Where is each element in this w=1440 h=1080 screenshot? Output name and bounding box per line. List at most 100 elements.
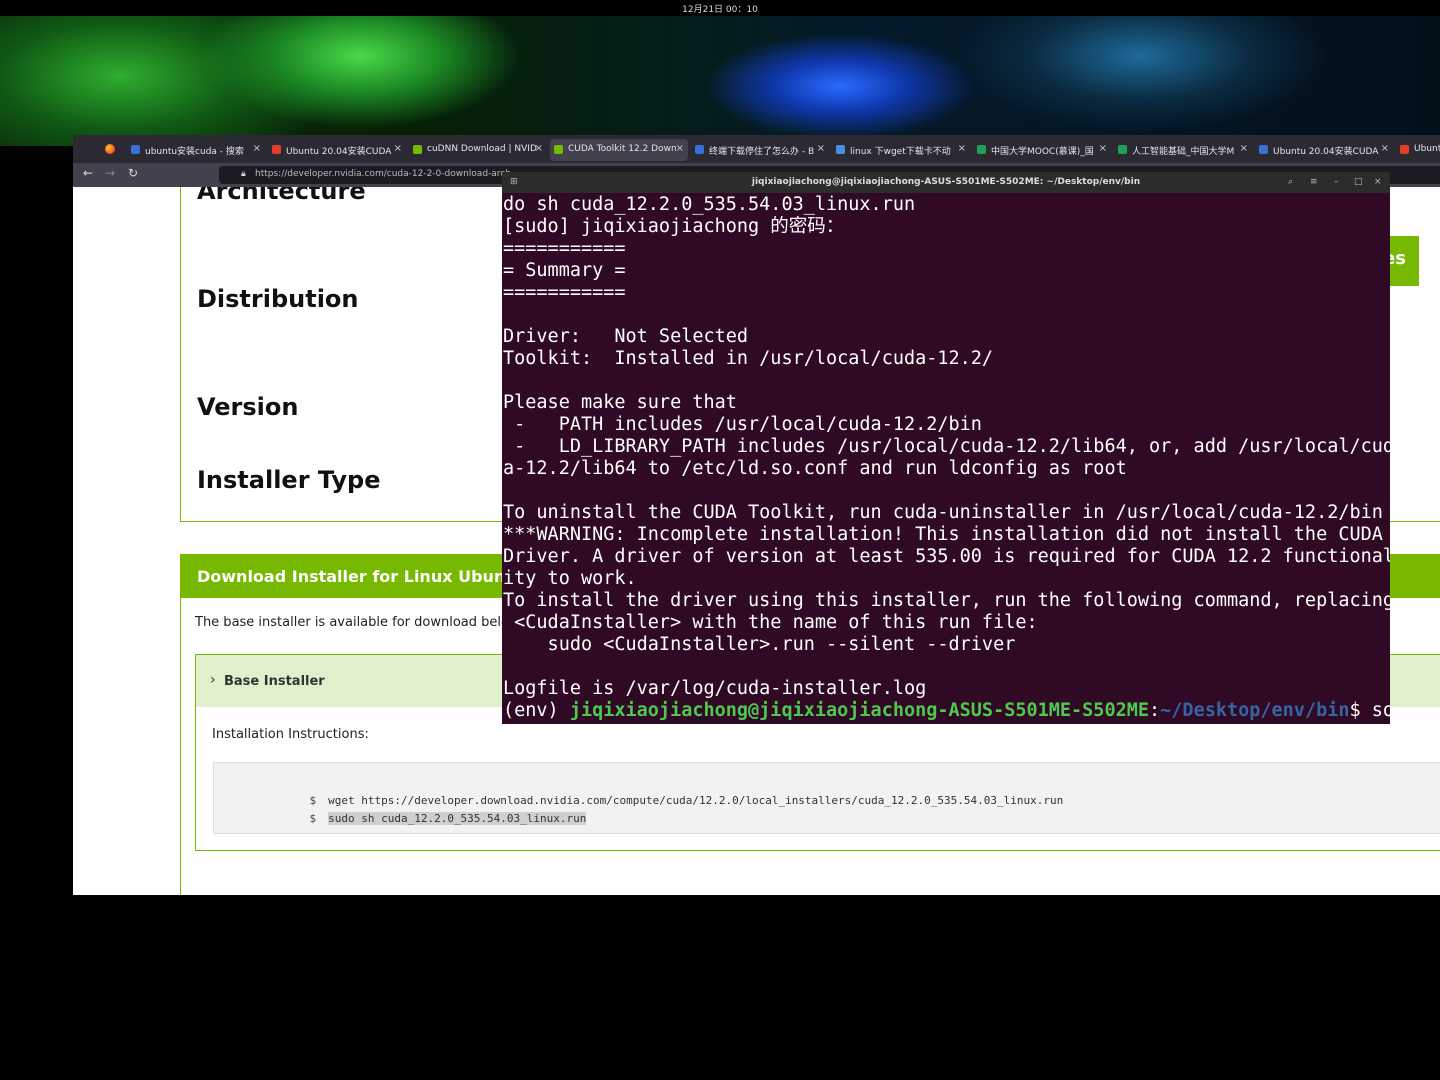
reload-button[interactable]: ↻ — [128, 166, 138, 180]
tab-label: cuDNN Download | NVID — [427, 144, 537, 154]
tab-close-icon[interactable]: × — [253, 143, 261, 154]
terminal-line: Please make sure that — [503, 392, 737, 413]
favicon-icon — [977, 145, 986, 154]
terminal-line: Driver: Not Selected — [503, 326, 749, 347]
tab-close-icon[interactable]: × — [394, 143, 402, 154]
terminal-line: <CudaInstaller> with the name of this ru… — [503, 612, 1038, 633]
sudo-command-selected[interactable]: sudo sh cuda_12.2.0_535.54.03_linux.run — [328, 812, 587, 825]
favicon-icon — [554, 145, 563, 154]
lock-icon: 🔒︎ — [241, 169, 246, 179]
clock[interactable]: 12月21日 00：10 — [0, 2, 1440, 15]
terminal-line: ity to work. — [503, 568, 637, 589]
terminal-line: do sh cuda_12.2.0_535.54.03_linux.run — [503, 194, 916, 215]
terminal-line: Toolkit: Installed in /usr/local/cuda-12… — [503, 348, 994, 369]
prompt-dollar: $ — [1349, 700, 1372, 721]
terminal-line: a-12.2/lib64 to /etc/ld.so.conf and run … — [503, 458, 1127, 479]
browser-tab[interactable]: ubuntu安装cuda - 搜索 × — [127, 139, 265, 161]
favicon-icon — [1118, 145, 1127, 154]
code-block[interactable]: $ wget https://developer.download.nvidia.… — [213, 762, 1440, 834]
prompt-symbol: $ — [309, 812, 317, 825]
browser-tab[interactable]: linux 下wget下载卡不动 × — [832, 139, 970, 161]
browser-tab[interactable]: CUDA Toolkit 12.2 Down × — [550, 139, 688, 161]
prompt-user-host: jiqixiaojiachong@jiqixiaojiachong-ASUS-S… — [569, 700, 1150, 721]
browser-tab[interactable]: Ubuntu 20.04安装CUDA × — [268, 139, 406, 161]
distribution-label: Distribution — [197, 285, 359, 313]
terminal-line: - LD_LIBRARY_PATH includes /usr/local/cu… — [503, 436, 1390, 457]
tab-close-icon[interactable]: × — [817, 143, 825, 154]
browser-tab[interactable]: Ubuntu 20.04安装CUDA × — [1255, 139, 1393, 161]
browser-tab[interactable]: Ubuntu× — [1396, 139, 1440, 161]
forward-button[interactable]: → — [105, 166, 115, 180]
tab-label: Ubuntu 20.04安装CUDA — [286, 147, 392, 157]
terminal-title: jiqixiaojiachong@jiqixiaojiachong-ASUS-S… — [751, 177, 1141, 187]
tab-close-icon[interactable]: × — [535, 143, 543, 154]
url-text: https://developer.nvidia.com/cuda-12-2-0… — [255, 169, 511, 179]
terminal-line: To uninstall the CUDA Toolkit, run cuda-… — [503, 502, 1383, 523]
base-installer-label: Base Installer — [224, 674, 325, 689]
tab-label: linux 下wget下载卡不动 — [850, 147, 951, 157]
minimize-icon[interactable]: – — [1334, 172, 1339, 193]
tab-close-icon[interactable]: × — [676, 143, 684, 154]
command-line[interactable]: $ sudo sh cuda_12.2.0_535.54.03_linux.run — [230, 799, 587, 838]
tab-label: ubuntu安装cuda - 搜索 — [145, 147, 244, 157]
tab-label: 终端下载停住了怎么办 - B — [709, 147, 815, 157]
chevron-right-icon: › — [210, 672, 216, 688]
terminal-output[interactable]: do sh cuda_12.2.0_535.54.03_linux.run [su… — [503, 194, 1390, 722]
top-bar: 12月21日 00：10 — [0, 0, 1440, 16]
terminal-line: =========== — [503, 238, 626, 259]
new-tab-icon[interactable]: ⊞ — [510, 172, 518, 193]
tab-close-icon[interactable]: × — [958, 143, 966, 154]
favicon-icon — [272, 145, 281, 154]
terminal-line: ***WARNING: Incomplete installation! Thi… — [503, 524, 1383, 545]
tab-label: 人工智能基础_中国大学M — [1132, 147, 1235, 157]
prompt-env: (env) — [503, 700, 570, 721]
download-note: The base installer is available for down… — [195, 615, 509, 630]
browser-tab[interactable]: 中国大学MOOC(慕课)_国 × — [973, 139, 1111, 161]
favicon-icon — [413, 145, 422, 154]
architecture-label: Architecture — [197, 187, 366, 205]
typed-input[interactable]: so — [1372, 700, 1390, 721]
search-icon[interactable]: ⌕ — [1288, 172, 1293, 193]
favicon-icon — [1259, 145, 1268, 154]
terminal-line: Logfile is /var/log/cuda-installer.log — [503, 678, 927, 699]
terminal-line: =========== — [503, 282, 626, 303]
tab-label: Ubuntu — [1414, 144, 1440, 154]
terminal-title-bar[interactable]: ⊞ jiqixiaojiachong@jiqixiaojiachong-ASUS… — [502, 172, 1390, 193]
favicon-icon — [695, 145, 704, 154]
installer-type-label: Installer Type — [197, 466, 381, 494]
terminal-lines: do sh cuda_12.2.0_535.54.03_linux.run [su… — [503, 194, 1390, 700]
terminal-line: To install the driver using this install… — [503, 590, 1390, 611]
terminal-line: - PATH includes /usr/local/cuda-12.2/bin — [503, 414, 982, 435]
desktop: 12月21日 00：10 ubuntu安装cuda - 搜索 × Ubuntu 20… — [0, 0, 1440, 1080]
tab-label: CUDA Toolkit 12.2 Down — [568, 144, 677, 154]
maximize-icon[interactable]: □ — [1354, 172, 1363, 193]
browser-tab[interactable]: cuDNN Download | NVID × — [409, 139, 547, 161]
menu-icon[interactable]: ≡ — [1310, 172, 1318, 193]
favicon-icon — [131, 145, 140, 154]
firefox-icon[interactable] — [105, 144, 115, 154]
back-button[interactable]: ← — [83, 166, 93, 180]
terminal-window[interactable]: ⊞ jiqixiaojiachong@jiqixiaojiachong-ASUS… — [502, 172, 1390, 724]
tab-label: 中国大学MOOC(慕课)_国 — [991, 147, 1094, 157]
terminal-line: = Summary = — [503, 260, 626, 281]
browser-tab[interactable]: 终端下载停住了怎么办 - B × — [691, 139, 829, 161]
terminal-prompt[interactable]: (env) jiqixiaojiachong@jiqixiaojiachong-… — [503, 700, 1390, 722]
tab-label: Ubuntu 20.04安装CUDA — [1273, 147, 1379, 157]
favicon-icon — [836, 145, 845, 154]
favicon-icon — [1400, 145, 1409, 154]
wallpaper — [0, 16, 1440, 146]
close-icon[interactable]: × — [1374, 172, 1382, 193]
browser-tab[interactable]: 人工智能基础_中国大学M × — [1114, 139, 1252, 161]
tab-close-icon[interactable]: × — [1381, 143, 1389, 154]
prompt-colon: : — [1149, 700, 1161, 721]
prompt-path: ~/Desktop/env/bin — [1160, 700, 1350, 721]
tab-close-icon[interactable]: × — [1099, 143, 1107, 154]
version-label: Version — [197, 393, 299, 421]
instructions-heading: Installation Instructions: — [212, 727, 369, 742]
terminal-line: Driver. A driver of version at least 535… — [503, 546, 1390, 567]
tab-close-icon[interactable]: × — [1240, 143, 1248, 154]
terminal-line: [sudo] jiqixiaojiachong 的密码： — [503, 216, 845, 237]
